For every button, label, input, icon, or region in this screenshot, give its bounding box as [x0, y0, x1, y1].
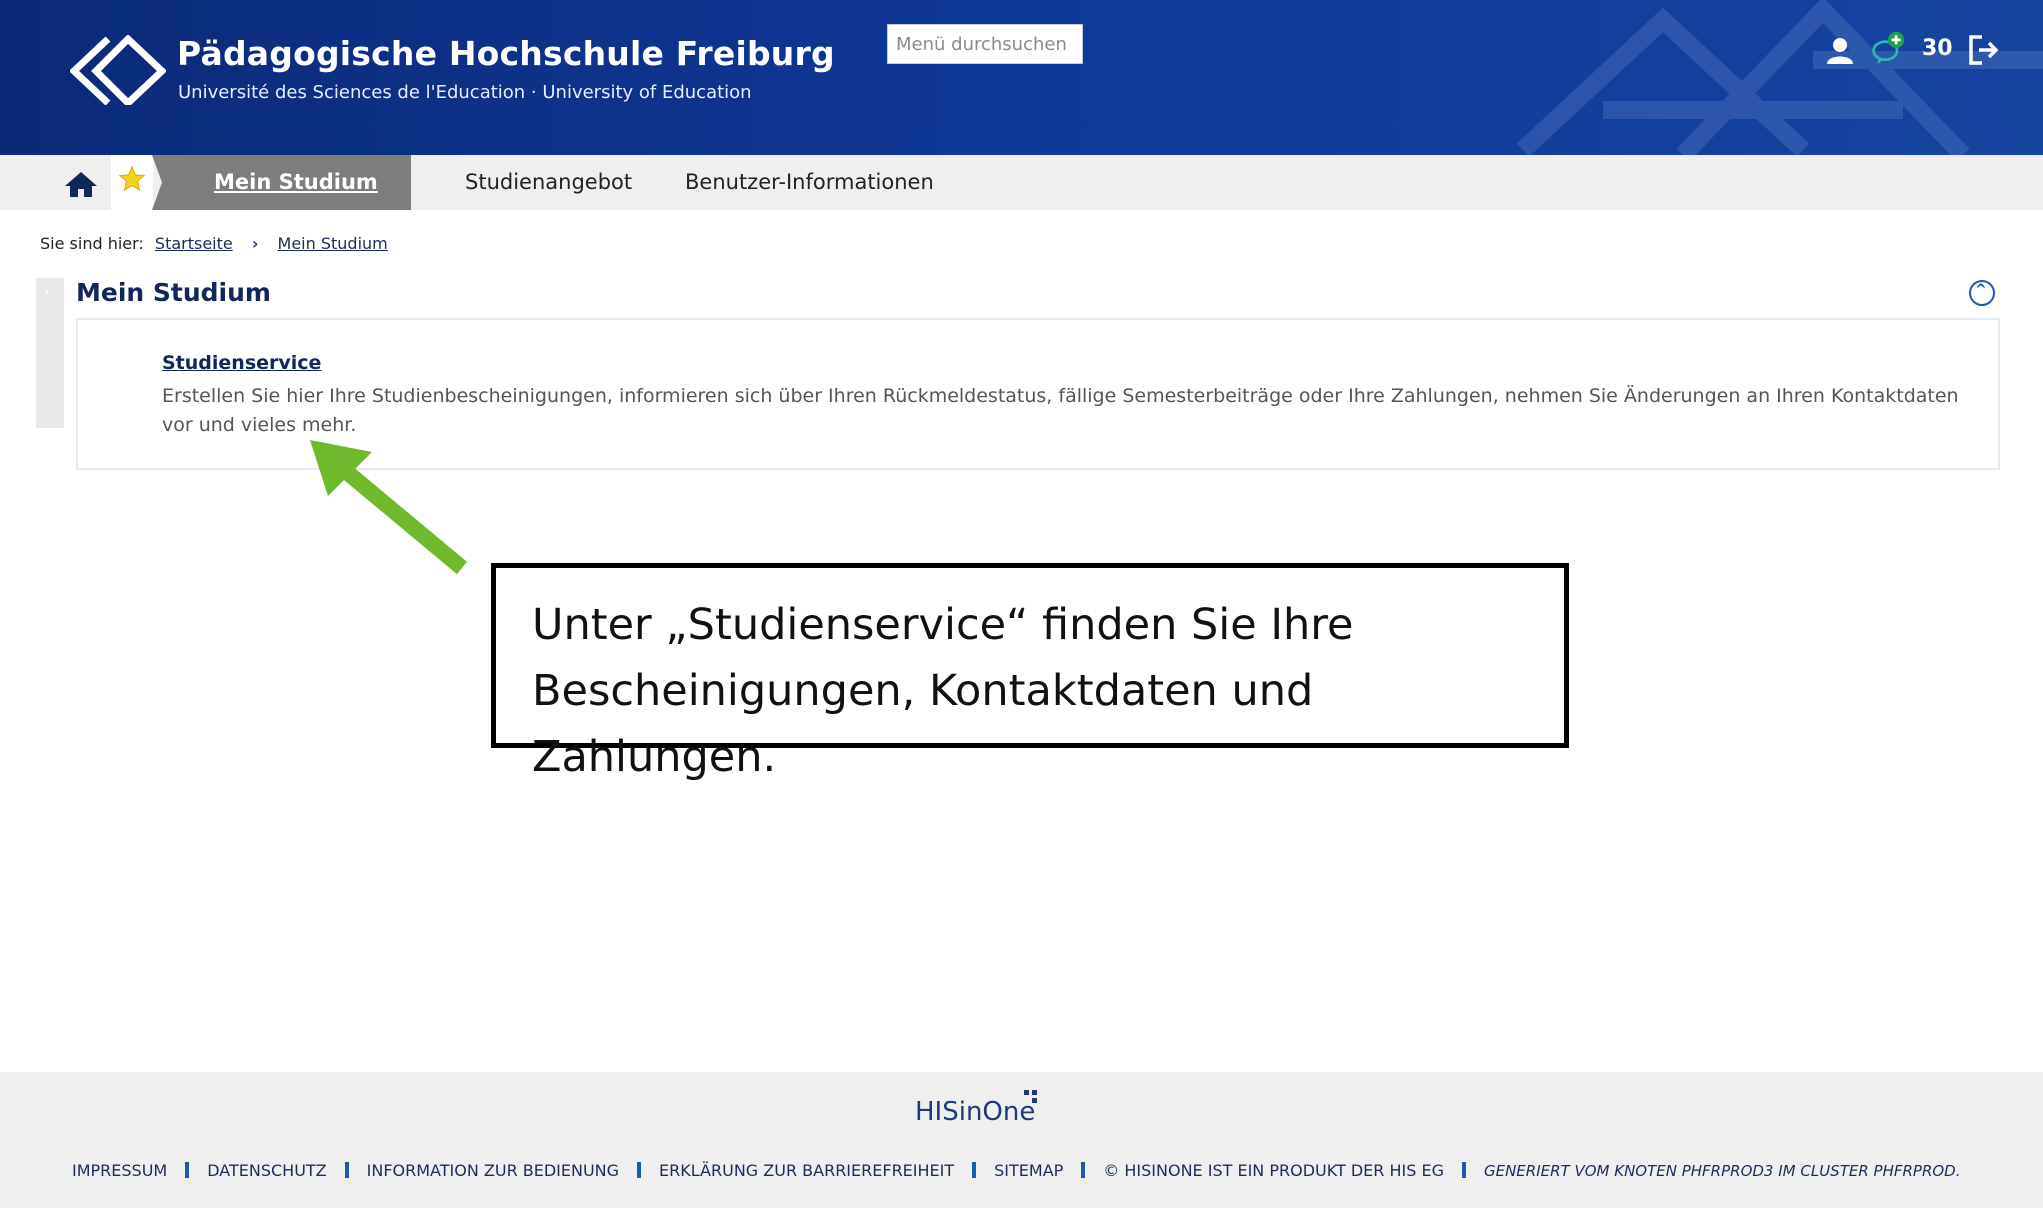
footer [0, 1072, 2043, 1208]
chat-add-icon[interactable] [1870, 30, 1906, 66]
logo-title[interactable]: Pädagogische Hochschule Freiburg [177, 34, 835, 73]
footer-link-impressum[interactable]: IMPRESSUM [72, 1161, 167, 1180]
footer-separator [344, 1162, 349, 1178]
favorites-button[interactable] [111, 155, 153, 210]
footer-link-his[interactable]: © HISINONE IST EIN PRODUKT DER HIS EG [1103, 1161, 1444, 1180]
logo-subtitle: Université des Sciences de l'Education ·… [178, 82, 752, 103]
footer-separator [1081, 1162, 1086, 1178]
annotation-callout: Unter „Studienservice“ finden Sie Ihre B… [491, 563, 1569, 782]
chevron-up-circle-icon: ^ [1975, 282, 1987, 298]
tab-mein-studium-label[interactable]: Mein Studium [214, 170, 378, 194]
footer-link-datenschutz[interactable]: DATENSCHUTZ [207, 1161, 326, 1180]
annotation-text: Unter „Studienservice“ finden Sie Ihre B… [532, 600, 1354, 782]
home-icon[interactable] [62, 169, 100, 199]
footer-separator [972, 1162, 977, 1178]
notification-count[interactable]: 30 [1922, 36, 1953, 61]
breadcrumb-mein-studium[interactable]: Mein Studium [278, 234, 388, 253]
star-icon [118, 165, 146, 192]
user-icon[interactable] [1822, 34, 1858, 70]
footer-separator [1461, 1162, 1466, 1178]
footer-separator [637, 1162, 642, 1178]
footer-link-barrierefreiheit[interactable]: ERKLÄRUNG ZUR BARRIEREFREIHEIT [659, 1161, 954, 1180]
breadcrumb: Sie sind hier: Startseite › Mein Studium [40, 234, 388, 253]
footer-separator [185, 1162, 190, 1178]
tab-benutzer-informationen[interactable]: Benutzer-Informationen [685, 170, 934, 194]
logout-icon[interactable] [1966, 32, 2002, 68]
tab-studienangebot[interactable]: Studienangebot [465, 170, 632, 194]
footer-links: IMPRESSUM DATENSCHUTZ INFORMATION ZUR BEDI… [72, 1161, 1961, 1180]
side-panel-toggle[interactable] [36, 278, 64, 428]
footer-link-sitemap[interactable]: SITEMAP [994, 1161, 1063, 1180]
breadcrumb-startseite[interactable]: Startseite [155, 234, 233, 253]
studienservice-link[interactable]: Studienservice [162, 352, 321, 374]
logo-icon[interactable] [70, 35, 166, 105]
hisinone-dots-icon [1024, 1090, 1037, 1103]
annotation-arrow-icon [310, 440, 468, 575]
section-title: Mein Studium [76, 278, 271, 307]
menu-search-input[interactable] [887, 24, 1083, 64]
breadcrumb-prefix: Sie sind hier: [40, 234, 144, 253]
footer-generated-note: GENERIERT VOM KNOTEN PHFRPROD3 IM CLUSTE… [1483, 1162, 1961, 1180]
breadcrumb-separator-icon: › [251, 234, 259, 253]
chevron-right-icon: › [44, 284, 50, 300]
header-decoration [1516, 0, 2043, 155]
hisinone-logo[interactable]: HISinOne [915, 1097, 1035, 1127]
collapse-button[interactable]: ^ [1969, 280, 1995, 306]
footer-link-bedienung[interactable]: INFORMATION ZUR BEDIENUNG [367, 1161, 619, 1180]
